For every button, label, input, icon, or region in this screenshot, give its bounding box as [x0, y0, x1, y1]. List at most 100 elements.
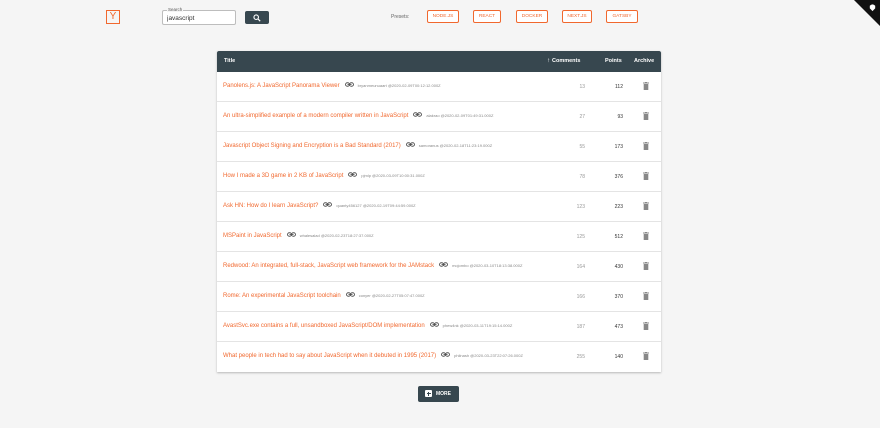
- link-icon[interactable]: [286, 232, 296, 237]
- delete-icon[interactable]: [643, 352, 649, 360]
- story-points: 370: [614, 294, 623, 300]
- column-archive: Archive: [634, 58, 655, 64]
- story-title-link[interactable]: MSPaint in JavaScript whalesalad @2020-02…: [223, 232, 374, 239]
- story-meta: conyer @2020-02-27T05:07:47.000Z: [358, 293, 425, 298]
- column-comments-label: Comments: [552, 58, 581, 64]
- story-points: 173: [614, 144, 623, 150]
- delete-icon[interactable]: [643, 232, 649, 240]
- story-meta: philnash @2020-03-23T22:07:26.000Z: [454, 353, 523, 358]
- stories-table: Title ↑ Comments Points Archive Panolens.…: [217, 51, 661, 372]
- search-input[interactable]: [162, 10, 236, 25]
- preset-nodejs[interactable]: NODE.JS: [427, 10, 459, 23]
- table-row: How I made a 3D game in 2 KB of JavaScri…: [217, 162, 661, 192]
- story-points: 112: [615, 84, 623, 90]
- link-icon[interactable]: [348, 172, 358, 177]
- story-comments: 123: [576, 204, 585, 210]
- sort-arrow-icon: ↑: [547, 58, 550, 64]
- delete-icon[interactable]: [643, 142, 649, 150]
- story-comments: 166: [576, 294, 585, 300]
- table-body: Panolens.js: A JavaScript Panorama Viewe…: [217, 72, 661, 372]
- story-comments: 187: [576, 324, 585, 330]
- story-comments: 13: [579, 84, 585, 90]
- story-points: 93: [617, 114, 623, 120]
- table-row: Rome: An experimental JavaScript toolcha…: [217, 282, 661, 312]
- delete-icon[interactable]: [643, 322, 649, 330]
- link-icon[interactable]: [441, 352, 451, 357]
- link-icon[interactable]: [429, 322, 439, 327]
- story-title-link[interactable]: What people in tech had to say about Jav…: [223, 352, 523, 359]
- add-box-icon: [425, 390, 432, 397]
- delete-icon[interactable]: [643, 262, 649, 270]
- link-icon[interactable]: [405, 142, 415, 147]
- story-points: 223: [614, 204, 623, 210]
- story-title[interactable]: Redwood: An integrated, full-stack, Java…: [223, 263, 434, 269]
- search-button[interactable]: [245, 11, 269, 24]
- story-meta: pjmlp @2020-03-09T10:00:31.000Z: [361, 173, 425, 178]
- search-icon: [253, 14, 261, 22]
- link-icon[interactable]: [344, 82, 354, 87]
- presets-label: Presets:: [391, 14, 410, 20]
- story-title-link[interactable]: Ask HN: How do I learn JavaScript? quanty…: [223, 202, 416, 209]
- story-points: 430: [614, 264, 623, 270]
- story-title-link[interactable]: AvastSvc.exe contains a full, unsandboxe…: [223, 322, 512, 329]
- story-points: 512: [614, 234, 623, 240]
- table-row: Ask HN: How do I learn JavaScript? quanty…: [217, 192, 661, 222]
- story-comments: 255: [576, 354, 585, 360]
- delete-icon[interactable]: [643, 82, 649, 90]
- story-title[interactable]: MSPaint in JavaScript: [223, 233, 282, 239]
- story-meta: mojombo @2020-03-10T18:13:38.000Z: [452, 263, 523, 268]
- table-row: Panolens.js: A JavaScript Panorama Viewe…: [217, 72, 661, 102]
- story-title[interactable]: Javascript Object Signing and Encryption…: [223, 143, 401, 149]
- story-title-link[interactable]: Javascript Object Signing and Encryption…: [223, 142, 493, 149]
- story-title[interactable]: AvastSvc.exe contains a full, unsandboxe…: [223, 323, 425, 329]
- site-logo[interactable]: Y: [106, 10, 120, 24]
- link-icon[interactable]: [439, 262, 449, 267]
- story-comments: 164: [576, 264, 585, 270]
- delete-icon[interactable]: [643, 172, 649, 180]
- search-label: Search: [167, 7, 184, 12]
- table-row: MSPaint in JavaScript whalesalad @2020-02…: [217, 222, 661, 252]
- story-comments: 27: [579, 114, 585, 120]
- preset-gatsby[interactable]: GATSBY: [606, 10, 638, 23]
- table-row: Redwood: An integrated, full-stack, Java…: [217, 252, 661, 282]
- more-button-label: MORE: [436, 391, 451, 397]
- story-title[interactable]: Ask HN: How do I learn JavaScript?: [223, 203, 318, 209]
- table-row: What people in tech had to say about Jav…: [217, 342, 661, 372]
- table-header: Title ↑ Comments Points Archive: [217, 51, 661, 72]
- column-comments[interactable]: ↑ Comments: [547, 58, 580, 64]
- delete-icon[interactable]: [643, 202, 649, 210]
- story-title[interactable]: An ultra-simplified example of a modern …: [223, 113, 408, 119]
- story-title[interactable]: Rome: An experimental JavaScript toolcha…: [223, 293, 341, 299]
- story-meta: whalesalad @2020-02-23T18:27:37.000Z: [299, 233, 374, 238]
- story-title[interactable]: Panolens.js: A JavaScript Panorama Viewe…: [223, 83, 340, 89]
- github-icon: [869, 4, 876, 12]
- preset-react[interactable]: REACT: [473, 10, 501, 23]
- story-meta: samoranus @2020-02-18T11:23:19.000Z: [418, 143, 493, 148]
- story-title[interactable]: What people in tech had to say about Jav…: [223, 353, 436, 359]
- column-points[interactable]: Points: [605, 58, 622, 64]
- story-comments: 125: [576, 234, 585, 240]
- story-title[interactable]: How I made a 3D game in 2 KB of JavaScri…: [223, 173, 343, 179]
- story-title-link[interactable]: Rome: An experimental JavaScript toolcha…: [223, 292, 425, 299]
- story-title-link[interactable]: Redwood: An integrated, full-stack, Java…: [223, 262, 523, 269]
- column-title[interactable]: Title: [224, 58, 235, 64]
- story-comments: 55: [579, 144, 585, 150]
- story-comments: 78: [579, 174, 585, 180]
- preset-nextjs[interactable]: NEXT.JS: [562, 10, 592, 23]
- story-points: 473: [614, 324, 623, 330]
- story-points: 376: [614, 174, 623, 180]
- link-icon[interactable]: [345, 292, 355, 297]
- table-row: AvastSvc.exe contains a full, unsandboxe…: [217, 312, 661, 342]
- story-meta: alakrao @2020-02-09T01:49:31.000Z: [426, 113, 494, 118]
- story-title-link[interactable]: Panolens.js: A JavaScript Panorama Viewe…: [223, 82, 441, 89]
- preset-docker[interactable]: DOCKER: [516, 10, 548, 23]
- story-title-link[interactable]: How I made a 3D game in 2 KB of JavaScri…: [223, 172, 425, 179]
- delete-icon[interactable]: [643, 292, 649, 300]
- more-button[interactable]: MORE: [418, 386, 459, 402]
- delete-icon[interactable]: [643, 112, 649, 120]
- story-meta: bryanmeunuaart @2020-02-09T00:12:12.000Z: [357, 83, 441, 88]
- link-icon[interactable]: [413, 112, 423, 117]
- link-icon[interactable]: [323, 202, 333, 207]
- story-points: 140: [614, 354, 623, 360]
- story-title-link[interactable]: An ultra-simplified example of a modern …: [223, 112, 494, 119]
